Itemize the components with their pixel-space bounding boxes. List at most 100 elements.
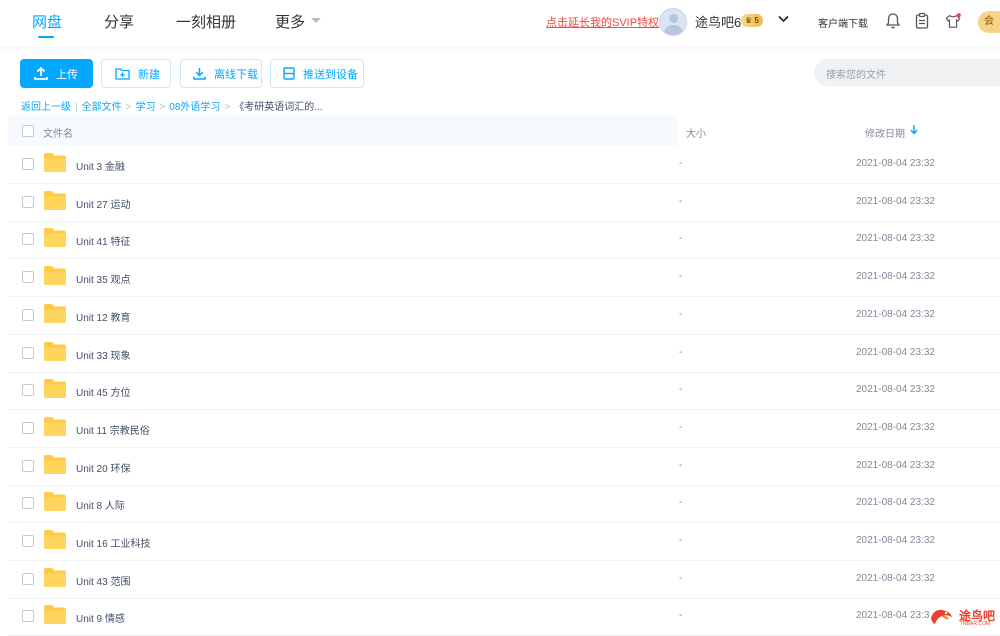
table-row[interactable]: Unit 20 环保 - 2021-08-04 23:32 (8, 448, 1000, 486)
file-name[interactable]: Unit 3 金融 (76, 158, 125, 173)
folder-icon (44, 303, 66, 323)
table-row[interactable]: Unit 11 宗教民俗 - 2021-08-04 23:32 (8, 410, 1000, 448)
select-all-checkbox[interactable] (22, 125, 34, 137)
column-header-modified[interactable]: 修改日期 (865, 125, 905, 140)
top-nav-bar: 网盘 分享 一刻相册 更多 点击延长我的SVIP特权 途鸟吧6 ♛ 5 客户端下… (0, 0, 1000, 46)
vip-level: 5 (754, 16, 759, 25)
breadcrumb-separator: > (224, 102, 231, 113)
file-name[interactable]: Unit 33 现象 (76, 347, 130, 362)
file-name[interactable]: Unit 35 观点 (76, 271, 130, 286)
breadcrumb-separator: > (125, 102, 132, 113)
folder-icon (44, 416, 66, 436)
file-name[interactable]: Unit 45 方位 (76, 384, 130, 399)
table-row[interactable]: Unit 12 教育 - 2021-08-04 23:32 (8, 297, 1000, 335)
file-name[interactable]: Unit 27 运动 (76, 196, 130, 211)
username[interactable]: 途鸟吧6 (695, 12, 741, 31)
avatar[interactable] (659, 8, 687, 36)
file-modified-date: 2021-08-04 23:32 (856, 459, 935, 471)
table-row[interactable]: Unit 35 观点 - 2021-08-04 23:32 (8, 259, 1000, 298)
watermark-subtext: TNBAR.COM (960, 621, 990, 627)
breadcrumb-divider: | (75, 102, 78, 113)
offline-download-label: 离线下载 (214, 68, 258, 81)
column-header-size[interactable]: 大小 (686, 125, 706, 140)
folder-icon (44, 228, 66, 248)
row-checkbox[interactable] (22, 572, 34, 585)
table-row[interactable]: Unit 8 人际 - 2021-08-04 23:32 (8, 485, 1000, 524)
tab-album[interactable]: 一刻相册 (176, 11, 236, 32)
breadcrumb-item[interactable]: 全部文件 (82, 102, 122, 113)
push-to-device-button[interactable]: 推送到设备 (270, 59, 364, 88)
file-size: - (679, 233, 683, 245)
svip-extend-link[interactable]: 点击延长我的SVIP特权 (546, 14, 659, 30)
bell-icon[interactable] (885, 12, 901, 30)
file-modified-date: 2021-08-04 23:32 (856, 346, 935, 358)
tab-share[interactable]: 分享 (104, 11, 134, 32)
table-row[interactable]: Unit 16 工业科技 - 2021-08-04 23:32 (8, 523, 1000, 561)
breadcrumb-back[interactable]: 返回上一级 (21, 102, 71, 113)
row-checkbox[interactable] (22, 195, 34, 208)
row-checkbox[interactable] (22, 308, 34, 321)
row-checkbox[interactable] (22, 535, 34, 547)
clipboard-icon[interactable] (914, 12, 930, 30)
file-modified-date: 2021-08-04 23:32 (856, 535, 935, 546)
file-name[interactable]: Unit 41 特征 (76, 233, 130, 248)
new-label: 新建 (138, 68, 160, 81)
column-header-name[interactable]: 文件名 (43, 125, 73, 140)
table-row[interactable]: Unit 27 运动 - 2021-08-04 23:32 (8, 184, 1000, 222)
client-download-link[interactable]: 客户端下载 (818, 15, 868, 30)
row-checkbox[interactable] (22, 421, 34, 434)
row-checkbox[interactable] (22, 384, 34, 397)
row-checkbox[interactable] (22, 497, 34, 510)
file-size: - (679, 346, 683, 358)
row-checkbox[interactable] (22, 610, 34, 623)
table-row[interactable]: Unit 9 情感 - 2021-08-04 23:3 (8, 598, 1000, 636)
file-size: - (679, 572, 683, 584)
row-checkbox[interactable] (22, 233, 34, 246)
table-row[interactable]: Unit 3 金融 - 2021-08-04 23:32 (8, 146, 1000, 184)
file-name[interactable]: Unit 20 环保 (76, 460, 130, 475)
table-row[interactable]: Unit 41 特征 - 2021-08-04 23:32 (8, 221, 1000, 260)
file-name[interactable]: Unit 8 人际 (76, 497, 125, 512)
file-name[interactable]: Unit 12 教育 (76, 309, 130, 324)
file-modified-date: 2021-08-04 23:32 (856, 497, 935, 509)
breadcrumb-separator: > (159, 102, 166, 113)
folder-icon (44, 530, 66, 549)
breadcrumb-item[interactable]: 08外语学习 (169, 102, 220, 113)
upload-button[interactable]: 上传 (20, 59, 93, 88)
row-checkbox[interactable] (22, 346, 34, 359)
file-name[interactable]: Unit 16 工业科技 (76, 535, 150, 550)
search-input[interactable]: 搜索您的文件 (814, 59, 1000, 86)
user-menu-chevron-icon[interactable] (778, 12, 789, 26)
new-folder-button[interactable]: 新建 (101, 59, 171, 88)
shirt-icon[interactable] (945, 12, 961, 30)
file-name[interactable]: Unit 9 情感 (76, 610, 125, 625)
file-size: - (679, 271, 683, 283)
file-name[interactable]: Unit 11 宗教民俗 (76, 422, 150, 437)
tab-netdisk[interactable]: 网盘 (32, 11, 62, 32)
folder-icon (44, 605, 66, 625)
folder-icon (44, 341, 66, 361)
table-row[interactable]: Unit 43 范围 - 2021-08-04 23:32 (8, 561, 1000, 599)
tab-more[interactable]: 更多 (275, 11, 305, 32)
file-modified-date: 2021-08-04 23:32 (856, 384, 935, 396)
file-size: - (679, 421, 683, 433)
folder-icon (44, 379, 66, 399)
breadcrumb: 返回上一级 | 全部文件 > 学习 >08外语学习 > 《考研英语词汇的... (21, 98, 323, 113)
table-row[interactable]: Unit 45 方位 - 2021-08-04 23:32 (8, 372, 1000, 411)
row-checkbox[interactable] (22, 459, 34, 472)
folder-icon (44, 266, 66, 286)
row-checkbox[interactable] (22, 271, 34, 284)
table-row[interactable]: Unit 33 现象 - 2021-08-04 23:32 (8, 335, 1000, 373)
offline-download-button[interactable]: 离线下载 (180, 59, 262, 88)
coin-button[interactable]: 会 (978, 11, 1000, 33)
sort-descending-icon[interactable] (910, 124, 918, 135)
row-checkbox[interactable] (22, 158, 34, 170)
breadcrumb-item[interactable]: 学习 (135, 102, 155, 113)
file-modified-date: 2021-08-04 23:32 (856, 195, 935, 207)
file-size: - (679, 459, 683, 471)
file-name[interactable]: Unit 43 范围 (76, 573, 130, 588)
table-header: 文件名 大小 修改日期 (0, 116, 1000, 146)
chevron-down-icon[interactable] (311, 18, 321, 23)
folder-icon (44, 454, 66, 474)
vip-level-badge: ♛ 5 (741, 14, 763, 27)
